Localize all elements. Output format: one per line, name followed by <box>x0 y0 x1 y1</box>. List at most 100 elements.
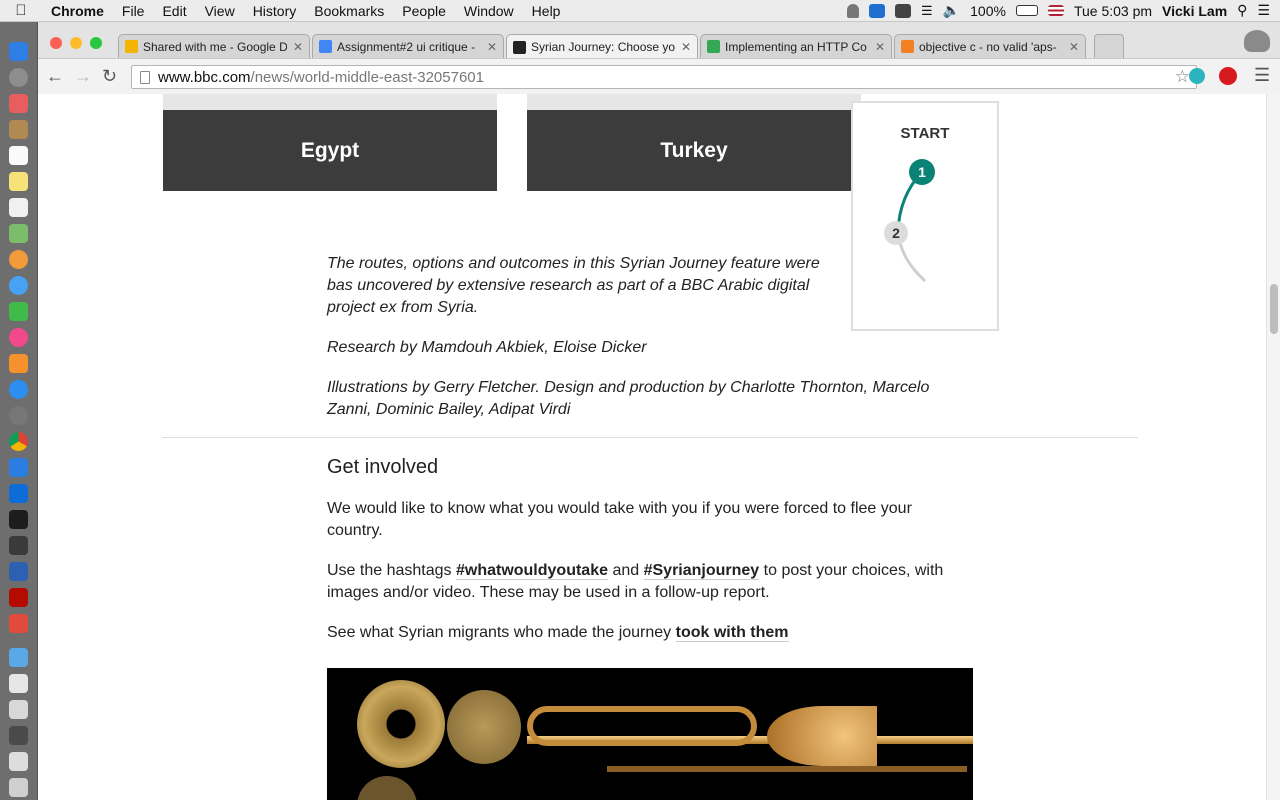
menu-window[interactable]: Window <box>455 3 523 19</box>
extension-ghostery-icon[interactable] <box>1189 68 1205 84</box>
terminal-icon[interactable] <box>9 510 28 529</box>
pdf-app-icon[interactable] <box>9 614 28 633</box>
tab-title: objective c - no valid 'aps- <box>919 39 1057 54</box>
calendar-icon[interactable] <box>9 146 28 165</box>
app-store-icon[interactable] <box>9 380 28 399</box>
layers-app-icon[interactable] <box>9 562 28 581</box>
launchpad-icon[interactable] <box>9 68 28 87</box>
close-tab-icon[interactable]: ✕ <box>875 40 885 54</box>
tab-title: Assignment#2 ui critique - <box>337 39 476 54</box>
address-bar[interactable]: www.bbc.com/news/world-middle-east-32057… <box>131 65 1197 89</box>
web-page: Egypt Turkey The routes, options and out… <box>38 94 1266 800</box>
menu-people[interactable]: People <box>393 3 455 19</box>
get-involved-heading: Get involved <box>327 456 439 478</box>
hashtag-whatwouldyoutake-link[interactable]: #whatwouldyoutake <box>455 562 608 580</box>
see-what-text: See what Syrian migrants who made the jo… <box>327 624 676 641</box>
spotlight-search-icon[interactable]: ⚲ <box>1237 2 1247 19</box>
airplay-icon[interactable] <box>895 3 912 18</box>
ibooks-icon[interactable] <box>9 354 28 373</box>
maximize-window-button[interactable] <box>90 37 102 49</box>
menu-help[interactable]: Help <box>523 3 570 19</box>
trash-icon[interactable] <box>9 778 28 797</box>
notification-center-icon[interactable]: ☰ <box>1257 2 1270 19</box>
page-info-icon[interactable] <box>140 71 150 84</box>
extension-adblock-icon[interactable] <box>1219 67 1237 85</box>
documents-folder-icon[interactable] <box>9 674 28 693</box>
menu-bookmarks[interactable]: Bookmarks <box>305 3 393 19</box>
country-option-egypt[interactable]: Egypt <box>163 110 497 191</box>
close-window-button[interactable] <box>50 37 62 49</box>
journey-path-graphic: 1 2 <box>884 159 935 283</box>
system-preferences-icon[interactable] <box>9 406 28 425</box>
journey-step-2-label: 2 <box>892 225 900 241</box>
teamviewer-icon[interactable] <box>9 484 28 503</box>
reminders-icon[interactable] <box>9 198 28 217</box>
downloads-icon[interactable] <box>9 726 28 745</box>
facetime-icon[interactable] <box>9 302 28 321</box>
scrollbar-thumb[interactable] <box>1270 284 1278 334</box>
xcode-icon[interactable] <box>9 458 28 477</box>
reload-button[interactable]: ↻ <box>102 66 117 87</box>
page-scrollbar[interactable] <box>1266 94 1280 800</box>
close-tab-icon[interactable]: ✕ <box>681 40 691 54</box>
took-with-them-link[interactable]: took with them <box>675 624 789 642</box>
maps-icon[interactable] <box>9 224 28 243</box>
google-drive-favicon-icon <box>125 40 138 53</box>
tab-assignment-doc[interactable]: Assignment#2 ui critique - ✕ <box>312 34 504 58</box>
minimize-window-button[interactable] <box>70 37 82 49</box>
tab-google-drive[interactable]: Shared with me - Google D ✕ <box>118 34 310 58</box>
country-option-turkey[interactable]: Turkey <box>527 110 861 191</box>
notes-icon[interactable] <box>9 172 28 191</box>
credits-routes: The routes, options and outcomes in this… <box>327 255 820 316</box>
close-tab-icon[interactable]: ✕ <box>487 40 497 54</box>
menu-edit[interactable]: Edit <box>153 3 195 19</box>
menu-view[interactable]: View <box>196 3 244 19</box>
itunes-icon[interactable] <box>9 328 28 347</box>
input-source-flag-icon[interactable] <box>1047 5 1064 16</box>
messages-icon[interactable] <box>9 276 28 295</box>
finder-icon[interactable] <box>9 42 28 61</box>
menu-app-chrome[interactable]: Chrome <box>42 3 113 19</box>
browser-frame: Shared with me - Google D ✕ Assignment#2… <box>38 22 1280 94</box>
battery-icon[interactable] <box>1015 5 1038 16</box>
bookmark-star-icon[interactable]: ☆ <box>1175 67 1190 87</box>
new-tab-button[interactable] <box>1094 34 1124 58</box>
menu-file[interactable]: File <box>113 3 154 19</box>
hashtags-text: and <box>608 562 644 579</box>
tab-stackoverflow[interactable]: objective c - no valid 'aps- ✕ <box>894 34 1086 58</box>
tab-http-connection[interactable]: Implementing an HTTP Co ✕ <box>700 34 892 58</box>
tab-syrian-journey[interactable]: Syrian Journey: Choose yo ✕ <box>506 34 698 59</box>
site-favicon-icon <box>707 40 720 53</box>
folder-icon[interactable] <box>9 648 28 667</box>
close-tab-icon[interactable]: ✕ <box>1069 40 1079 54</box>
migrant-belongings-photo[interactable] <box>327 668 973 800</box>
hashtags-paragraph: Use the hashtags #whatwouldyoutake and #… <box>327 560 947 604</box>
contacts-icon[interactable] <box>9 120 28 139</box>
chrome-dock-icon[interactable] <box>9 432 28 451</box>
menubar-user[interactable]: Vicki Lam <box>1162 3 1227 19</box>
menubar-clock[interactable]: Tue 5:03 pm <box>1074 3 1152 19</box>
forward-button[interactable]: → <box>74 66 92 87</box>
menubar-status-area: ☰ 🔈 100% Tue 5:03 pm Vicki Lam ⚲ ☰ <box>847 2 1280 19</box>
window-thumbnail-icon[interactable] <box>9 700 28 719</box>
close-tab-icon[interactable]: ✕ <box>293 40 303 54</box>
apple-menu-icon[interactable]:  <box>0 2 42 19</box>
coin-image <box>447 690 521 764</box>
stackoverflow-favicon-icon <box>901 40 914 53</box>
volume-icon[interactable]: 🔈 <box>943 2 960 19</box>
hashtag-syrianjourney-link[interactable]: #Syrianjourney <box>643 562 760 580</box>
menu-history[interactable]: History <box>244 3 306 19</box>
teamviewer-status-icon[interactable] <box>869 3 886 18</box>
google-docs-favicon-icon <box>319 40 332 53</box>
app-grid-icon[interactable] <box>9 94 28 113</box>
sublime-text-icon[interactable] <box>9 536 28 555</box>
photos-icon[interactable] <box>9 250 28 269</box>
acrobat-icon[interactable] <box>9 588 28 607</box>
wifi-icon[interactable]: ☰ <box>921 3 933 19</box>
notification-icon[interactable] <box>847 3 860 18</box>
see-what-paragraph: See what Syrian migrants who made the jo… <box>327 622 947 644</box>
chrome-menu-icon[interactable]: ☰ <box>1254 65 1270 86</box>
back-button[interactable]: ← <box>46 66 64 87</box>
tab-title: Implementing an HTTP Co <box>725 39 867 54</box>
stack-icon[interactable] <box>9 752 28 771</box>
